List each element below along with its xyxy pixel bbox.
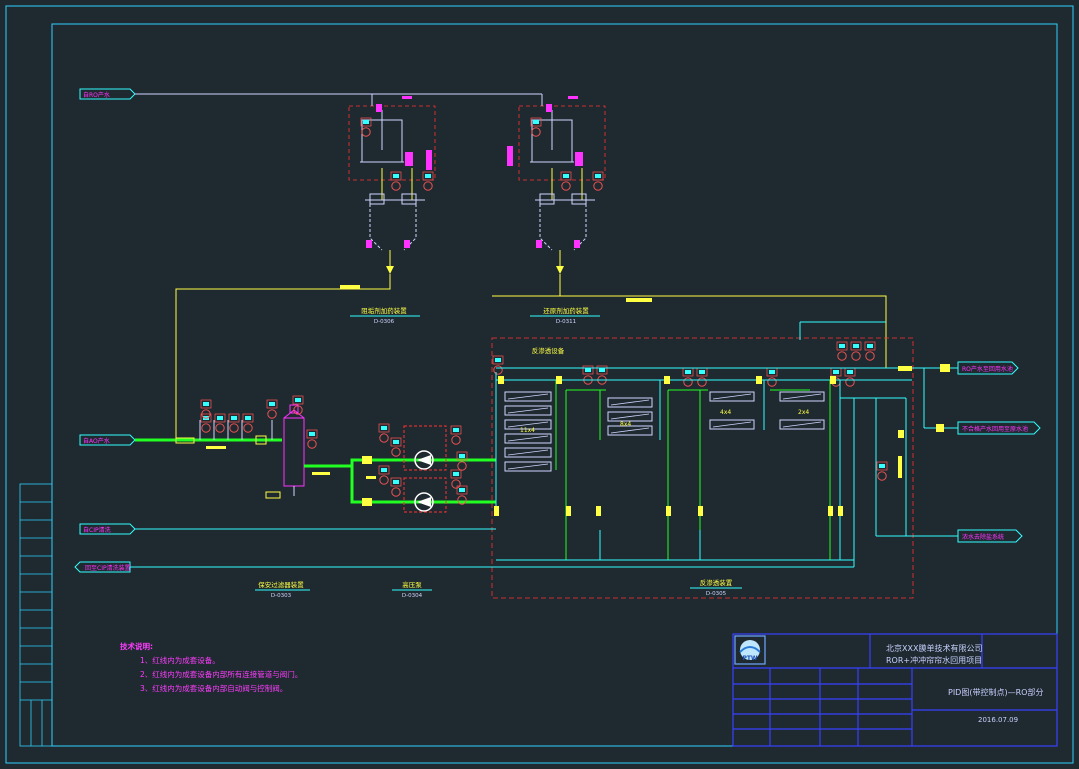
hp-pump-section bbox=[350, 425, 496, 513]
dosing-skid-2 bbox=[507, 96, 606, 274]
ro-valves bbox=[494, 364, 950, 516]
ro-name: 反渗透装置 bbox=[700, 578, 733, 587]
company-line-1: 北京XXX膜单技术有限公司 bbox=[886, 644, 983, 653]
logo-text: PTW bbox=[742, 655, 757, 662]
stage-label-1: 11x4 bbox=[520, 427, 535, 434]
ro-skid-boundary bbox=[491, 337, 914, 599]
stream-top-in: 自RO产水 bbox=[83, 91, 110, 99]
stream-feed-in: 自AO产水 bbox=[83, 437, 110, 445]
instrument-bubble bbox=[390, 437, 402, 457]
cartridge-name: 保安过滤器装置 bbox=[258, 580, 304, 589]
ro-vessel[interactable] bbox=[504, 447, 552, 458]
instrument-bubble bbox=[378, 465, 390, 485]
stage-labels: 11x4 8x4 4x4 2x4 bbox=[520, 409, 809, 434]
instrument-bubble bbox=[450, 425, 462, 445]
ro-vessel[interactable] bbox=[779, 419, 825, 430]
instrument-bubble bbox=[850, 341, 862, 361]
drawing-date: 2016.07.09 bbox=[978, 716, 1019, 724]
notes-item-1: 1、红线内为成套设备。 bbox=[140, 656, 220, 665]
instrument-bubble bbox=[390, 477, 402, 497]
instrument-bubble bbox=[228, 413, 240, 433]
title-logo: PTW bbox=[739, 640, 761, 662]
ro-vessel[interactable] bbox=[607, 397, 653, 408]
instrument-bubble bbox=[844, 367, 856, 387]
instrument-bubble bbox=[200, 399, 212, 419]
instrument-bubble bbox=[876, 461, 888, 481]
top-supply-line bbox=[79, 88, 543, 106]
technical-notes: 技术说明: 1、红线内为成套设备。 2、红线内为成套设备内部所有连接管道与阀门。… bbox=[120, 640, 302, 696]
dosing-pump-1b[interactable] bbox=[401, 193, 417, 205]
instrument-bubble bbox=[378, 423, 390, 443]
inner-frame bbox=[51, 23, 1058, 747]
instrument-bubble bbox=[596, 365, 608, 385]
ro-vessel[interactable] bbox=[504, 433, 552, 444]
tank1-code: D-0306 bbox=[374, 319, 395, 325]
instrument-bubble bbox=[836, 341, 848, 361]
instrument-bubble bbox=[682, 367, 694, 387]
ro-vessel[interactable] bbox=[709, 391, 755, 402]
instrument-bubble bbox=[266, 399, 278, 419]
ro-piping bbox=[495, 321, 958, 560]
stage-label-3: 4x4 bbox=[720, 409, 731, 416]
ro-vessel[interactable] bbox=[607, 411, 653, 422]
ro-vessel[interactable] bbox=[709, 419, 755, 430]
instrument-bubble bbox=[592, 171, 604, 191]
stage-label-2: 8x4 bbox=[620, 421, 631, 428]
dosing-pump-2b[interactable] bbox=[571, 193, 587, 205]
tank1-name: 阻垢剂加药装置 bbox=[361, 306, 407, 315]
stream-clean-in: 自CIP清洗 bbox=[83, 526, 111, 534]
instrument-bubble bbox=[390, 171, 402, 191]
pump-name: 高压泵 bbox=[402, 580, 422, 589]
outlet-tags bbox=[957, 361, 1041, 543]
ro-vessel[interactable] bbox=[504, 461, 552, 472]
stream-reject-out: 不合格产水回用至原水池 bbox=[962, 425, 1028, 433]
tank2-name: 还原剂加药装置 bbox=[543, 306, 589, 315]
ro-vessels bbox=[504, 391, 825, 472]
tank2-code: D-0311 bbox=[556, 319, 576, 325]
notes-item-3: 3、红线内为成套设备内部自动阀与控制阀。 bbox=[140, 684, 288, 693]
stage-label-4: 2x4 bbox=[798, 409, 809, 416]
drawing-title: PID图(带控制点)—RO部分 bbox=[948, 688, 1044, 697]
feed-line bbox=[79, 420, 282, 449]
instrument-bubble bbox=[214, 413, 226, 433]
instrument-bubble bbox=[766, 367, 778, 387]
stream-permeate-out: RO产水至回用水池 bbox=[962, 365, 1013, 373]
instrument-bubble bbox=[560, 171, 572, 191]
revision-strip bbox=[19, 483, 53, 747]
stream-clean-out: 回至CIP清洗装置 bbox=[85, 564, 131, 572]
ro-vessel[interactable] bbox=[504, 391, 552, 402]
pump-code: D-0304 bbox=[402, 593, 423, 599]
instrument-bubble bbox=[422, 171, 434, 191]
cartridge-code: D-0303 bbox=[271, 593, 292, 599]
instrument-bubble bbox=[864, 341, 876, 361]
instrument-bubble bbox=[306, 429, 318, 449]
notes-item-2: 2、红线内为成套设备内部所有连接管道与阀门。 bbox=[140, 670, 303, 679]
instrument-bubble bbox=[696, 367, 708, 387]
instrument-bubble bbox=[242, 413, 254, 433]
stream-concentrate-out: 浓水去除盐系统 bbox=[962, 533, 1004, 541]
unit-labels: 阻垢剂加药装置 D-0306 还原剂加药装置 D-0311 保安过滤器装置 D-… bbox=[255, 306, 742, 599]
instrument-bubble bbox=[450, 469, 462, 489]
instrument-bubble bbox=[582, 365, 594, 385]
notes-heading: 技术说明: bbox=[120, 642, 153, 651]
cartridge-filter[interactable] bbox=[265, 404, 352, 499]
instrument-bubble bbox=[492, 355, 504, 375]
ro-code: D-0305 bbox=[706, 591, 727, 597]
ro-vessel[interactable] bbox=[504, 405, 552, 416]
ro-vessel[interactable] bbox=[779, 391, 825, 402]
main-device-label: 反渗透设备 bbox=[532, 346, 565, 355]
company-line-2: ROR+冲冲帘帘水回用项目 bbox=[886, 656, 983, 665]
